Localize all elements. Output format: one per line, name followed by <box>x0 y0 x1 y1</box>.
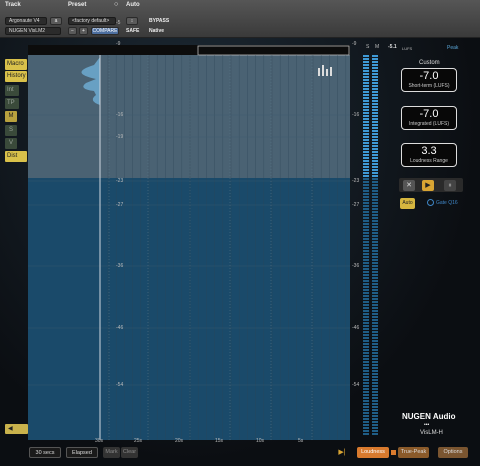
short-term-caption: Short-term (LUFS) <box>408 83 450 89</box>
play-button[interactable]: ▶ <box>422 180 434 191</box>
integrated-value: -7.0 <box>419 108 439 120</box>
preset-label: Preset <box>68 2 87 8</box>
scale-label: -9 <box>116 41 121 47</box>
lra-value: 3.3 <box>421 145 437 157</box>
top-value: -5.1 <box>388 44 397 50</box>
track-label: Track <box>5 2 21 8</box>
scale-label: -46 <box>116 325 124 331</box>
preset-plus-button[interactable]: + <box>79 27 88 35</box>
history-button[interactable]: History <box>5 71 27 82</box>
momentary-toggle[interactable]: M <box>5 111 17 122</box>
stop-reset-button[interactable]: ✕ <box>403 180 415 191</box>
meter-scale-label: -27 <box>352 202 360 208</box>
time-label: 20s <box>175 438 184 444</box>
scale-label: -16 <box>116 112 124 118</box>
loudness-range-readout: 3.3 Loudness Range <box>401 143 457 167</box>
level-meter <box>363 55 378 435</box>
elapsed-button[interactable]: Elapsed <box>66 447 98 458</box>
m-label: M <box>375 44 380 50</box>
meter-scale-label: -16 <box>352 112 360 118</box>
short-term-readout: -7.0 Short-term (LUFS) <box>401 68 457 92</box>
preset-select[interactable]: <factory default> <box>68 17 116 25</box>
meter-scale-label: -9 <box>352 41 357 47</box>
peak-label: Peak <box>447 45 459 51</box>
below-target-region <box>28 178 350 440</box>
loudness-history-graph[interactable] <box>28 45 350 440</box>
mark-button[interactable]: Mark <box>103 447 120 458</box>
meter-scale-label: -23 <box>352 178 360 184</box>
compare-button[interactable]: COMPARE <box>91 27 119 35</box>
brand-logo: NUGEN Audio <box>402 412 456 421</box>
preset-minus-button[interactable]: − <box>68 27 77 35</box>
scale-label: -5 <box>116 20 121 26</box>
product-name: VisLM-H <box>420 430 443 436</box>
scroll-left-button[interactable]: ◀ <box>5 424 28 434</box>
lra-caption: Loudness Range <box>410 158 448 164</box>
time-label: 5s <box>298 438 304 444</box>
safe-button[interactable]: SAFE <box>126 28 139 34</box>
time-label: 15s <box>215 438 224 444</box>
scale-label: -27 <box>116 202 124 208</box>
true-peak-button[interactable]: True-Peak <box>398 447 429 458</box>
true-peak-toggle[interactable]: TP <box>5 98 19 109</box>
macro-button[interactable]: Macro <box>5 59 27 70</box>
gate-label: Gate Q16 <box>436 200 458 206</box>
scale-label: -54 <box>116 382 124 388</box>
time-label: 30s <box>95 438 104 444</box>
auto-label: Auto <box>126 2 140 8</box>
brand-dots: ••• <box>424 422 430 428</box>
overview-strip[interactable] <box>28 45 350 55</box>
above-target-region <box>28 54 350 178</box>
compare-arrows-icon[interactable]: ↕ <box>126 17 138 25</box>
integrated-caption: Integrated (LUFS) <box>408 121 450 127</box>
integrated-readout: -7.0 Integrated (LUFS) <box>401 106 457 130</box>
track-group-select[interactable]: a <box>50 17 62 25</box>
meter-scale-label: -46 <box>352 325 360 331</box>
bypass-button[interactable]: BYPASS <box>149 18 169 24</box>
distribution-button[interactable]: Dist <box>5 151 27 162</box>
unit-label: LUFS <box>402 46 413 51</box>
s-label: S <box>366 44 370 50</box>
gate-radio[interactable] <box>427 199 434 206</box>
time-label: 25s <box>134 438 143 444</box>
scale-label: -36 <box>116 263 124 269</box>
short-term-toggle[interactable]: S <box>5 125 17 136</box>
loudness-button[interactable]: Loudness <box>357 447 389 458</box>
link-indicator <box>391 450 396 455</box>
options-button[interactable]: Options <box>438 447 468 458</box>
integrated-toggle[interactable]: Int <box>5 85 19 96</box>
pause-button[interactable]: ⏸ <box>444 180 456 191</box>
custom-label: Custom <box>419 60 440 66</box>
track-select[interactable]: Argonaute V4 <box>5 17 47 25</box>
short-term-value: -7.0 <box>419 70 439 82</box>
jump-to-end-button[interactable]: ▶| <box>336 447 348 458</box>
preset-circle-icon[interactable]: ○ <box>114 1 118 8</box>
meter-scale-label: -36 <box>352 263 360 269</box>
time-label: 10s <box>256 438 265 444</box>
vu-toggle[interactable]: V <box>5 138 17 149</box>
scale-label: -19 <box>116 134 124 140</box>
host-header: Track Preset Auto ○ Argonaute V4 a <fact… <box>0 0 480 38</box>
clear-button[interactable]: Clear <box>121 447 138 458</box>
duration-select[interactable]: 30 secs <box>29 447 61 458</box>
scale-label: -23 <box>116 178 124 184</box>
meter-scale-label: -54 <box>352 382 360 388</box>
native-button[interactable]: Native <box>149 28 164 34</box>
plugin-select[interactable]: NUGEN VisLM2 <box>5 27 61 35</box>
auto-button[interactable]: Auto <box>400 198 415 209</box>
